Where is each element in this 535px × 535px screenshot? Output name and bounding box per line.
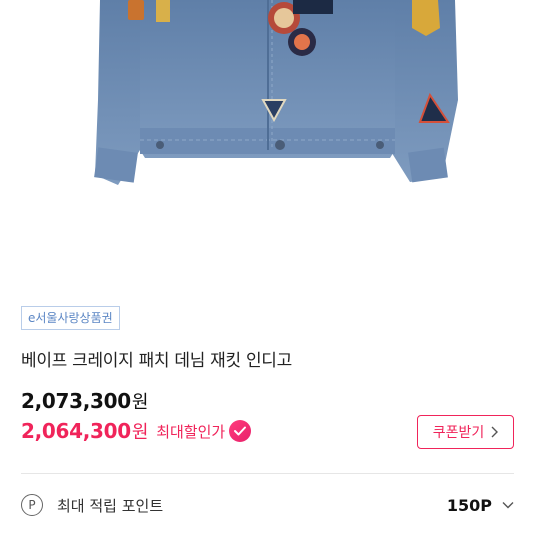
- heart-check-icon: [229, 420, 252, 442]
- max-points-row[interactable]: P 최대 적립 포인트 150P: [21, 488, 514, 522]
- product-title: 베이프 크레이지 패치 데님 재킷 인디고: [21, 351, 292, 371]
- max-discount-label: 최대할인가: [156, 422, 226, 441]
- max-points-value: 150P: [446, 495, 492, 515]
- original-price: 2,073,300원: [21, 388, 148, 414]
- coupon-download-button[interactable]: 쿠폰받기: [417, 415, 514, 449]
- sale-price-value: 2,064,300: [21, 419, 131, 443]
- sale-price-currency: 원: [131, 422, 149, 443]
- max-points-label: 최대 적립 포인트: [57, 496, 164, 515]
- original-price-currency: 원: [131, 392, 149, 413]
- chevron-down-icon[interactable]: [502, 501, 514, 509]
- denim-jacket-image: [94, 0, 458, 185]
- section-divider: [21, 473, 514, 474]
- product-image[interactable]: [0, 0, 535, 290]
- original-price-value: 2,073,300: [21, 389, 131, 413]
- sale-price-row: 2,064,300원 최대할인가: [21, 418, 252, 444]
- sale-price: 2,064,300원: [21, 418, 148, 444]
- coupon-button-label: 쿠폰받기: [432, 425, 485, 441]
- point-p-icon: P: [21, 494, 43, 516]
- chevron-right-icon: [491, 426, 499, 438]
- gift-card-tag: e서울사랑상품권: [21, 306, 120, 330]
